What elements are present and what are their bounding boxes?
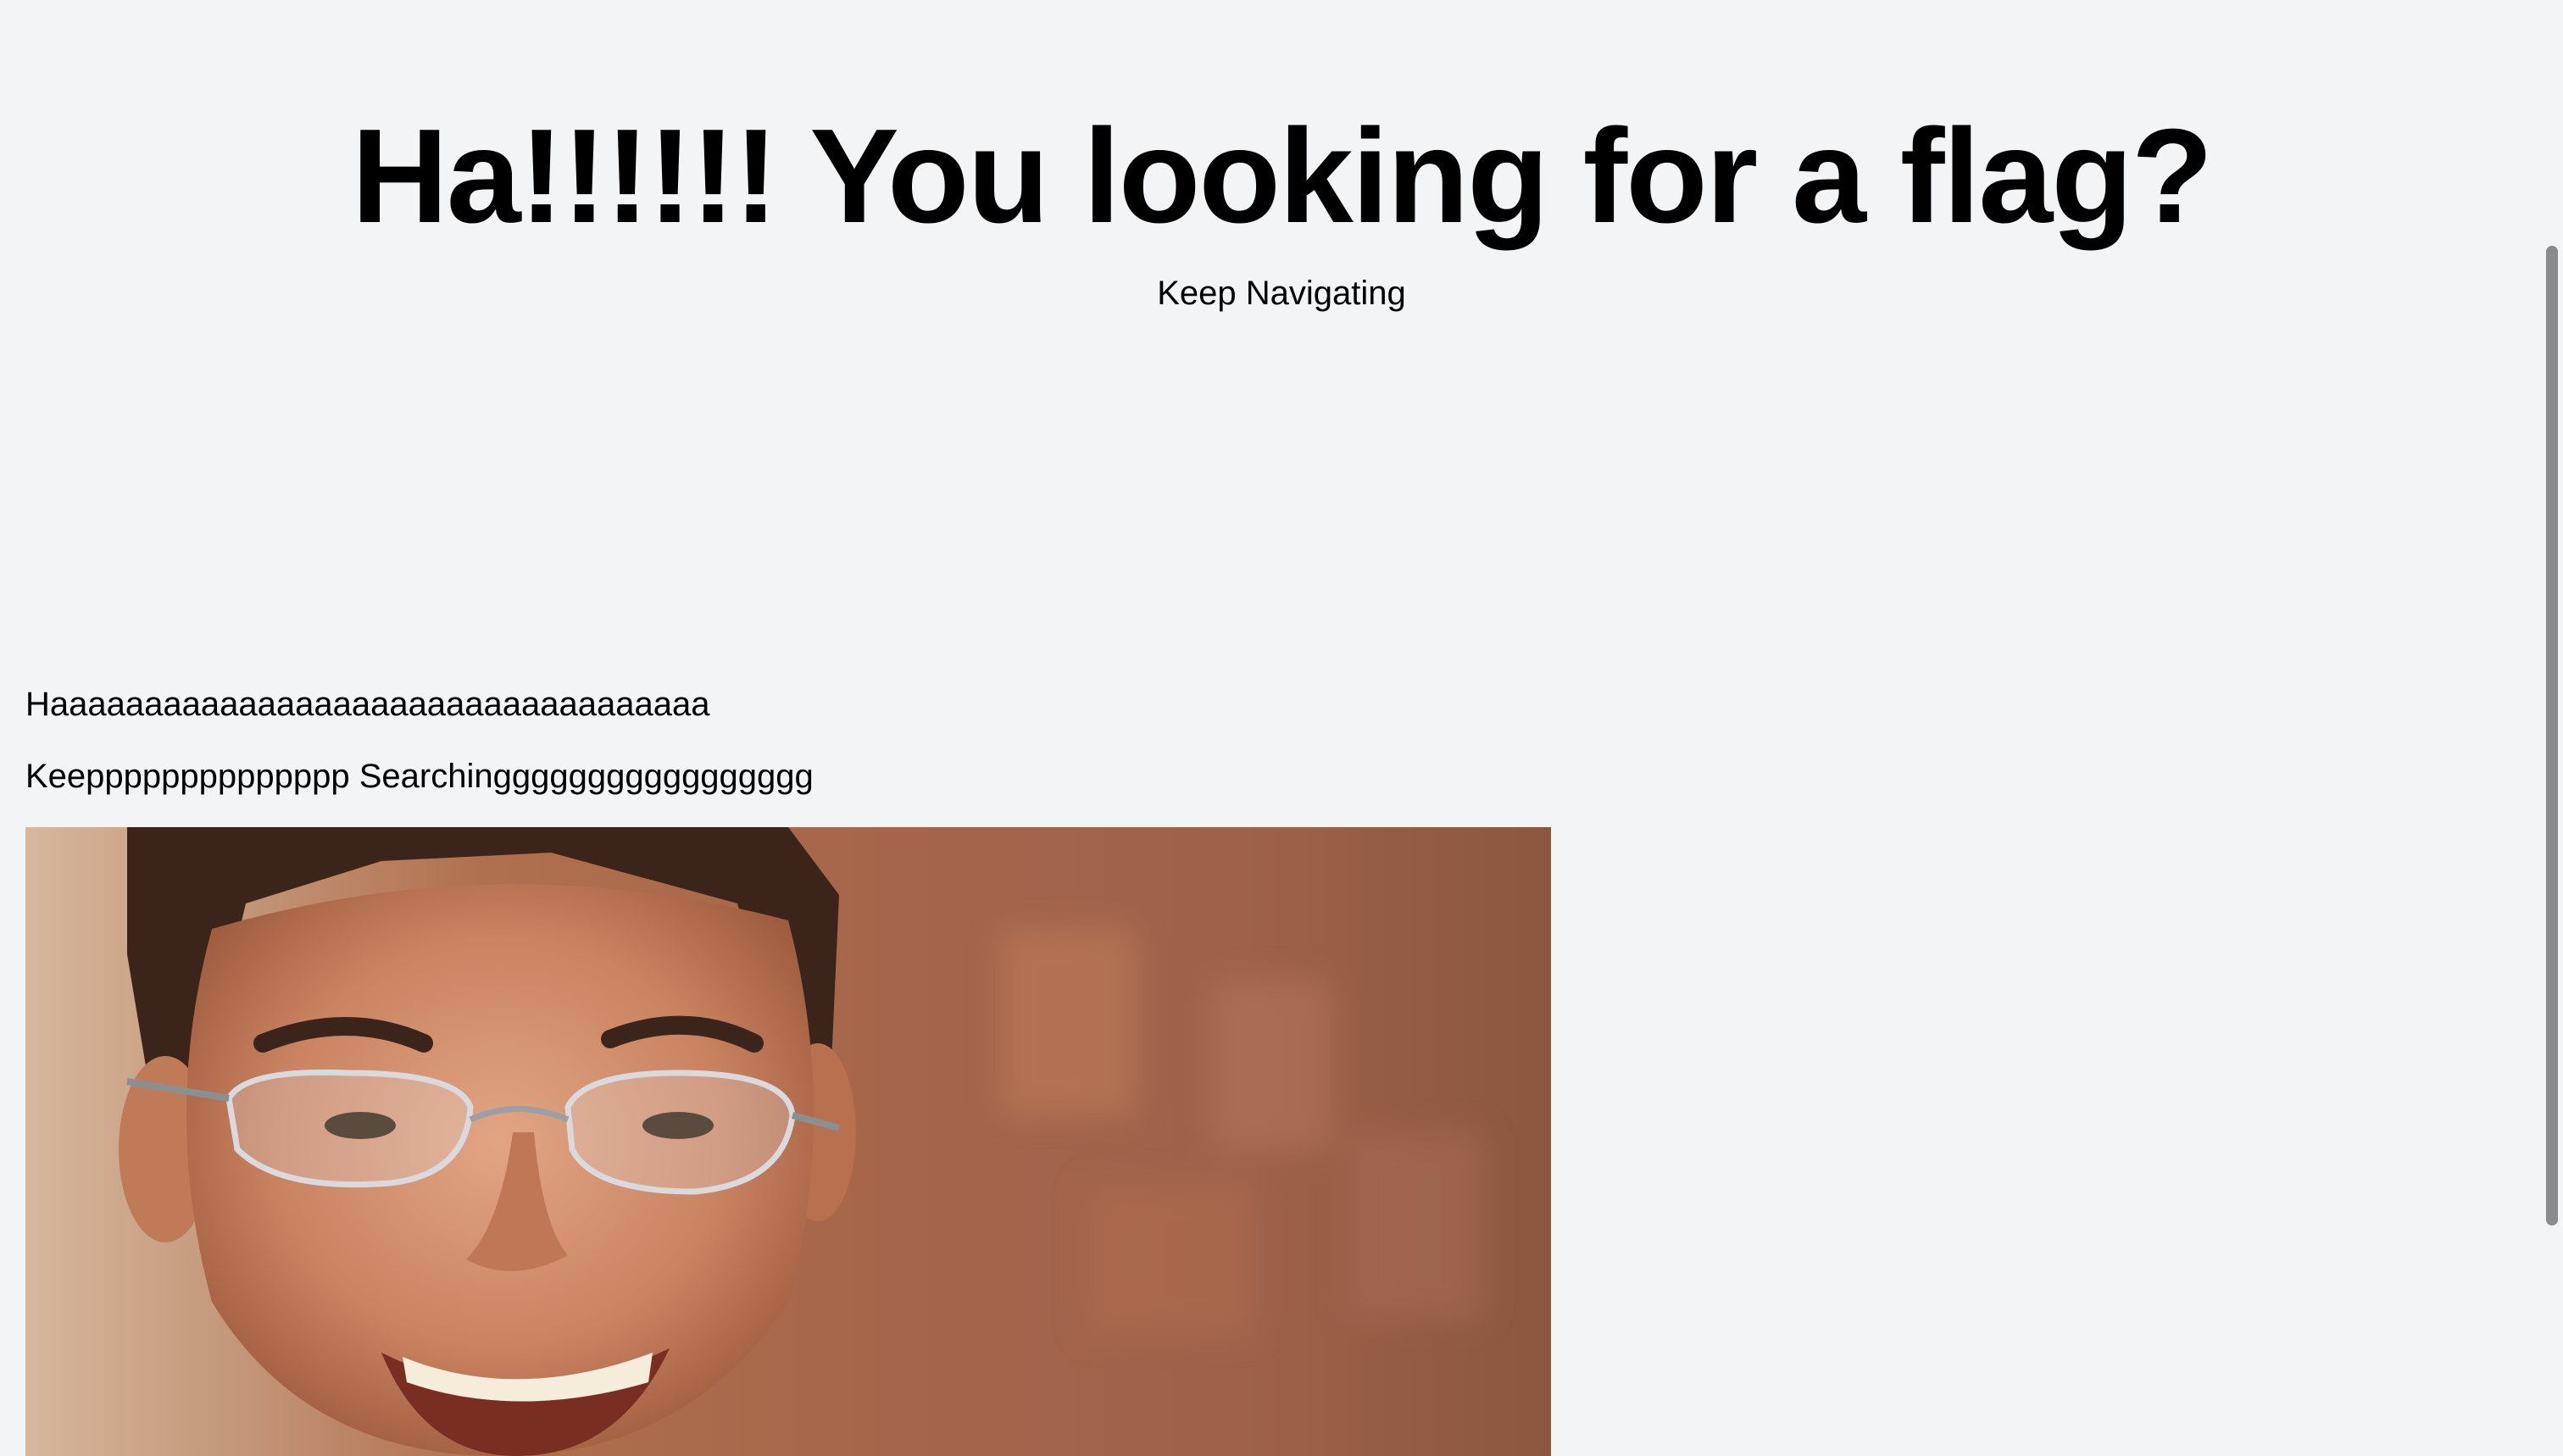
page-title: Ha!!!!!! You looking for a flag? (351, 102, 2214, 251)
page-subtitle: Keep Navigating (1157, 275, 1406, 312)
scrollbar-thumb[interactable] (2546, 246, 2558, 1225)
paragraph-haaa: Haaaaaaaaaaaaaaaaaaaaaaaaaaaaaaaaaaa (25, 686, 710, 723)
man-photo (25, 827, 1551, 1456)
paragraph-keep-searching: Keepppppppppppppp Searchingggggggggggggg… (25, 758, 814, 795)
man-photo-illustration (25, 827, 1551, 1456)
vertical-scrollbar[interactable] (2539, 0, 2563, 1456)
